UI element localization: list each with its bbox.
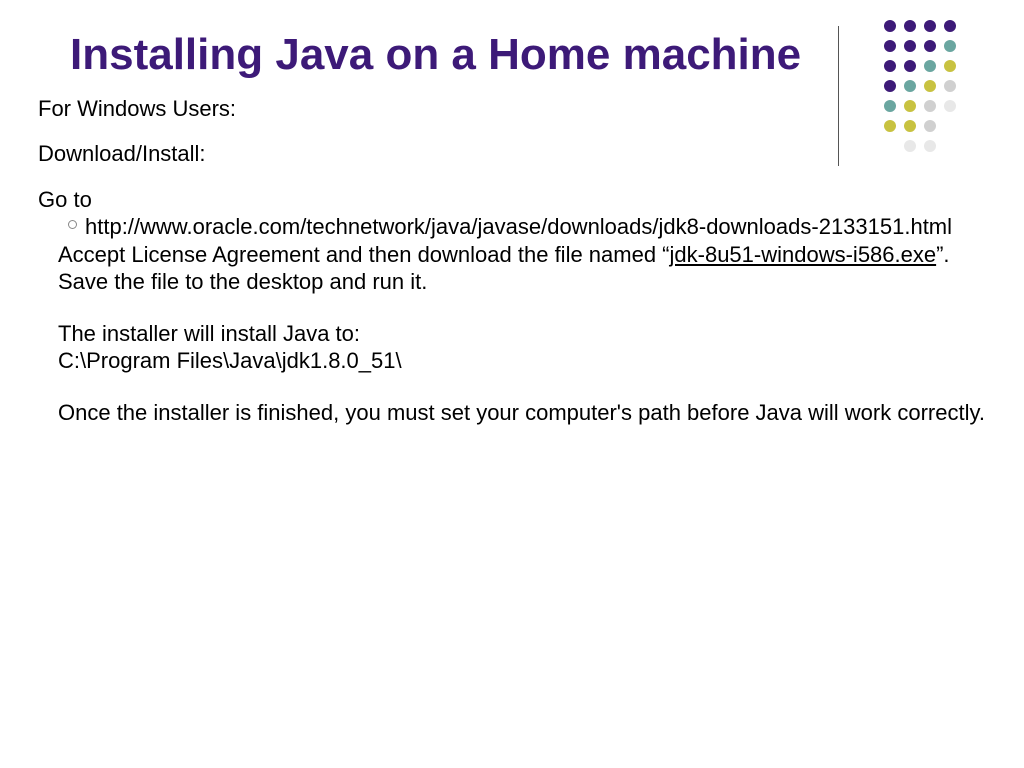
accept-pre: Accept License Agreement and then downlo… [58,242,670,267]
decorative-dots [874,18,994,158]
accept-license-line: Accept License Agreement and then downlo… [58,241,994,269]
save-run-line: Save the file to the desktop and run it. [58,268,994,296]
accept-post: ”. [936,242,949,267]
download-url: http://www.oracle.com/technetwork/java/j… [85,213,952,241]
bullet-icon [68,220,77,229]
goto-line: Go to [38,186,994,214]
install-to-line-1: The installer will install Java to: [58,320,994,348]
download-install-line: Download/Install: [38,140,994,168]
finished-line: Once the installer is finished, you must… [58,399,994,427]
slide-body: For Windows Users: Download/Install: Go … [0,95,1024,427]
for-windows-line: For Windows Users: [38,95,994,123]
slide-title: Installing Java on a Home machine [0,30,1024,81]
slide: Installing Java on a Home machine For Wi… [0,0,1024,768]
install-to-line-2: C:\Program Files\Java\jdk1.8.0_51\ [58,347,994,375]
jdk-filename: jdk-8u51-windows-i586.exe [670,242,937,267]
